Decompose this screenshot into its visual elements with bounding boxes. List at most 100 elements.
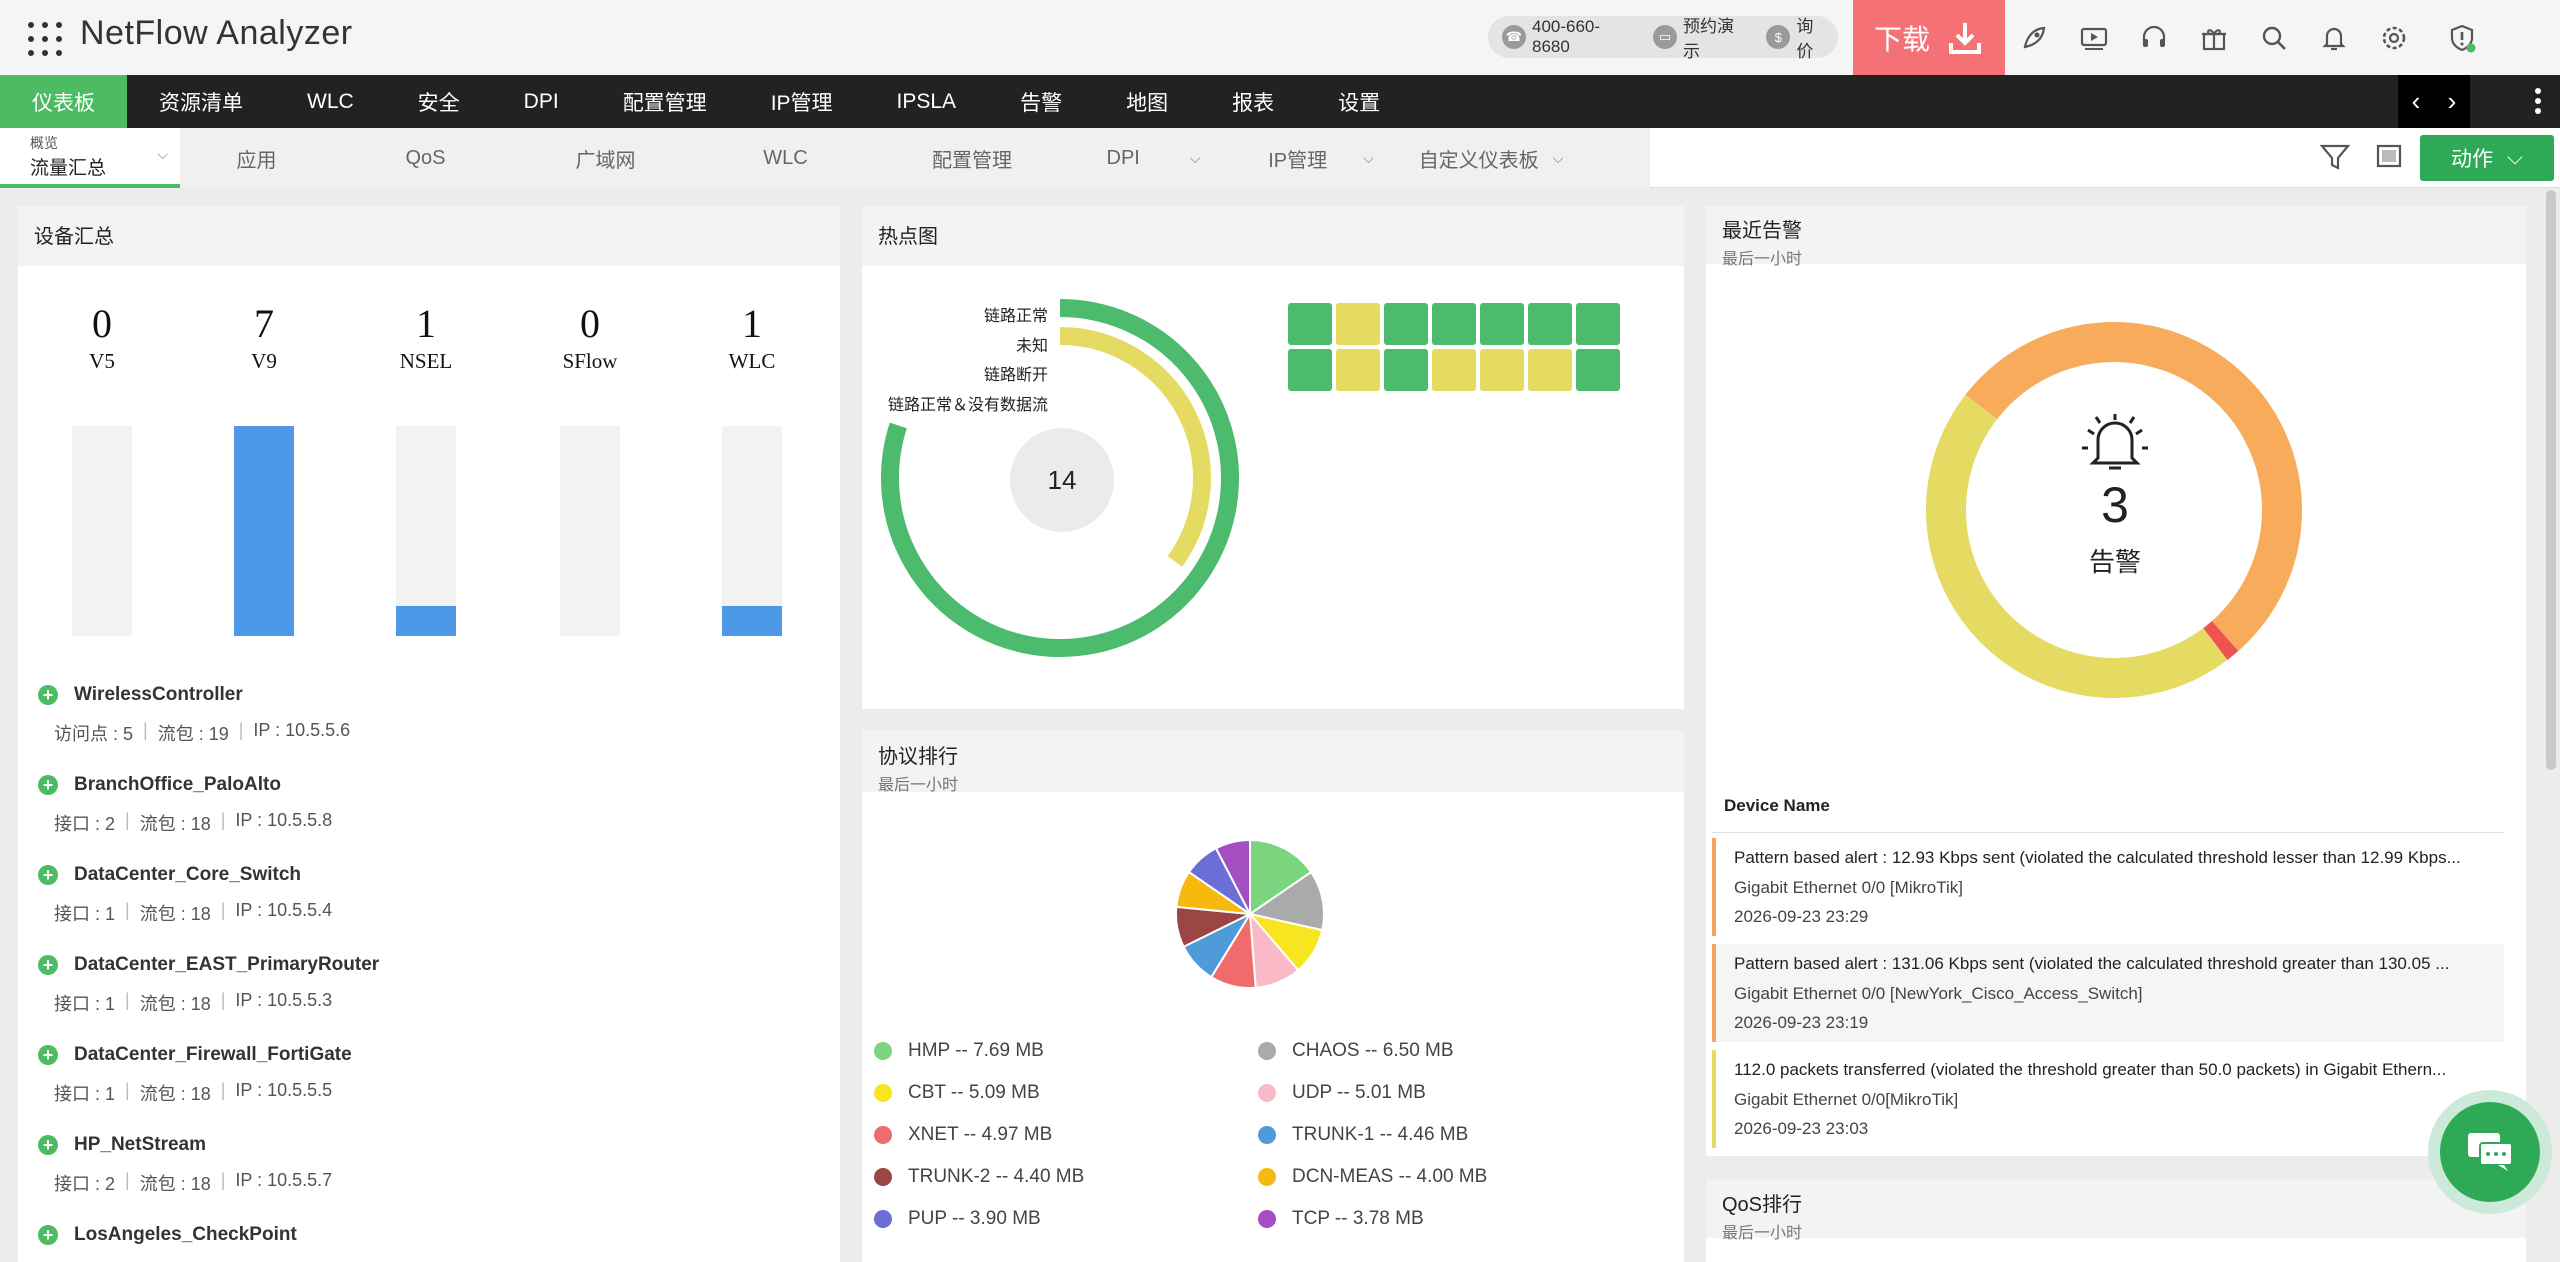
heatmap-cell[interactable] [1480, 303, 1524, 345]
expand-plus-icon[interactable]: + [38, 1135, 58, 1155]
more-vertical-icon[interactable] [2528, 85, 2548, 119]
price-link[interactable]: $ 询价 [1766, 12, 1830, 62]
nav-settings[interactable]: 设置 [1306, 75, 1412, 128]
device-type-column[interactable]: 1 WLC [702, 300, 802, 374]
protocol-legend-item[interactable]: XNET -- 4.97 MB [874, 1124, 1052, 1146]
protocol-legend-item[interactable]: HMP -- 7.69 MB [874, 1040, 1044, 1062]
expand-plus-icon[interactable]: + [38, 955, 58, 975]
heatmap-cell[interactable] [1528, 303, 1572, 345]
fullscreen-icon[interactable] [2372, 140, 2406, 174]
device-name-link[interactable]: + BranchOffice_PaloAlto [18, 774, 828, 796]
nav-wlc[interactable]: WLC [275, 75, 386, 128]
legend-unknown: 未知 [1015, 337, 1048, 355]
protocol-legend-item[interactable]: PUP -- 3.90 MB [874, 1208, 1041, 1230]
bell-icon[interactable] [2318, 22, 2350, 54]
heatmap-cell[interactable] [1384, 303, 1428, 345]
alarm-item[interactable]: 112.0 packets transferred (violated the … [1712, 1050, 2504, 1148]
nav-dpi[interactable]: DPI [492, 75, 591, 128]
filter-icon[interactable] [2318, 140, 2352, 174]
chevron-right-icon[interactable]: › [2448, 86, 2457, 117]
app-launcher-icon[interactable] [28, 22, 62, 56]
tab-wlc[interactable]: WLC [693, 128, 878, 188]
tab-apps[interactable]: 应用 [180, 128, 333, 188]
alarm-item[interactable]: Pattern based alert : 12.93 Kbps sent (v… [1712, 838, 2504, 936]
alarm-ring-red[interactable] [2203, 620, 2239, 660]
device-type-column[interactable]: 0 V5 [52, 300, 152, 374]
separator: | [238, 720, 244, 740]
protocol-legend-item[interactable]: UDP -- 5.01 MB [1258, 1082, 1426, 1104]
expand-plus-icon[interactable]: + [38, 685, 58, 705]
nav-ipsla[interactable]: IPSLA [865, 75, 989, 128]
heatmap-cell[interactable] [1288, 303, 1332, 345]
tab-custom-dashboard[interactable]: 自定义仪表板 ⌵ [1401, 128, 1581, 188]
nav-reports[interactable]: 报表 [1200, 75, 1306, 128]
heatmap-cell[interactable] [1576, 349, 1620, 391]
demo-link[interactable]: ▭ 预约演示 [1653, 12, 1750, 62]
chevron-left-icon[interactable]: ‹ [2412, 86, 2421, 117]
chat-button[interactable] [2428, 1090, 2552, 1214]
device-name-link[interactable]: + LosAngeles_CheckPoint [18, 1224, 828, 1246]
nav-config[interactable]: 配置管理 [591, 75, 739, 128]
heatmap-cell[interactable] [1480, 349, 1524, 391]
page-scrollbar[interactable] [2546, 190, 2556, 770]
heatmap-cell[interactable] [1288, 349, 1332, 391]
device-type-column[interactable]: 1 NSEL [376, 300, 476, 374]
protocol-legend-item[interactable]: TCP -- 3.78 MB [1258, 1208, 1424, 1230]
protocol-legend-item[interactable]: CBT -- 5.09 MB [874, 1082, 1040, 1104]
protocol-legend-item[interactable]: DCN-MEAS -- 4.00 MB [1258, 1166, 1487, 1188]
expand-plus-icon[interactable]: + [38, 865, 58, 885]
alarm-item[interactable]: Pattern based alert : 131.06 Kbps sent (… [1712, 944, 2504, 1042]
tab-ipam[interactable]: IP管理 ⌵ [1241, 128, 1401, 188]
expand-plus-icon[interactable]: + [38, 775, 58, 795]
video-icon[interactable] [2078, 22, 2110, 54]
tab-overview[interactable]: 概览 流量汇总 ⌵ [0, 128, 180, 188]
tab-config[interactable]: 配置管理 [878, 128, 1066, 188]
tab-dpi[interactable]: DPI ⌵ [1066, 128, 1241, 188]
legend-label: XNET -- 4.97 MB [908, 1124, 1053, 1145]
device-type-column[interactable]: 0 SFlow [540, 300, 640, 374]
protocol-legend-item[interactable]: TRUNK-1 -- 4.46 MB [1258, 1124, 1468, 1146]
gift-icon[interactable] [2198, 22, 2230, 54]
heatmap-cell[interactable] [1384, 349, 1428, 391]
device-name-link[interactable]: + DataCenter_EAST_PrimaryRouter [18, 954, 828, 976]
action-label: 动作 [2451, 148, 2494, 171]
device-type-column[interactable]: 7 V9 [214, 300, 314, 374]
nav-alarms[interactable]: 告警 [988, 75, 1094, 128]
headset-icon[interactable] [2138, 22, 2170, 54]
heatmap-cell[interactable] [1576, 303, 1620, 345]
phone-link[interactable]: ☎ 400-660-8680 [1502, 17, 1637, 57]
alarm-time: 2026-09-23 23:19 [1734, 1013, 1869, 1032]
device-meta-k1: 接口 : 1 [54, 1084, 116, 1104]
tab-wan[interactable]: 广域网 [518, 128, 693, 188]
action-button[interactable]: 动作 ⌵ [2420, 135, 2554, 181]
device-name-link[interactable]: + DataCenter_Core_Switch [18, 864, 828, 886]
monitor-icon: ▭ [1653, 25, 1678, 49]
device-name: WirelessController [74, 684, 243, 705]
alarm-message: 112.0 packets transferred (violated the … [1734, 1060, 2447, 1079]
tab-qos[interactable]: QoS [333, 128, 518, 188]
device-name-link[interactable]: + DataCenter_Firewall_FortiGate [18, 1044, 828, 1066]
device-name-link[interactable]: + WirelessController [18, 684, 828, 706]
device-name-link[interactable]: + HP_NetStream [18, 1134, 828, 1156]
heatmap-cell[interactable] [1432, 349, 1476, 391]
download-button[interactable]: 下载 [1853, 0, 2005, 75]
protocol-legend-item[interactable]: CHAOS -- 6.50 MB [1258, 1040, 1454, 1062]
dollar-icon: $ [1766, 25, 1791, 49]
gear-icon[interactable] [2378, 22, 2410, 54]
expand-plus-icon[interactable]: + [38, 1045, 58, 1065]
nav-dashboard[interactable]: 仪表板 [0, 75, 127, 128]
nav-inventory[interactable]: 资源清单 [127, 75, 275, 128]
device-type-count: 7 [254, 301, 274, 346]
heatmap-cell[interactable] [1336, 349, 1380, 391]
nav-maps[interactable]: 地图 [1094, 75, 1200, 128]
search-icon[interactable] [2258, 22, 2290, 54]
heatmap-cell[interactable] [1336, 303, 1380, 345]
nav-ipam[interactable]: IP管理 [739, 75, 865, 128]
heatmap-cell[interactable] [1432, 303, 1476, 345]
protocol-legend-item[interactable]: TRUNK-2 -- 4.40 MB [874, 1166, 1084, 1188]
rocket-icon[interactable] [2018, 22, 2050, 54]
nav-security[interactable]: 安全 [386, 75, 492, 128]
shield-alert-icon[interactable] [2446, 22, 2478, 54]
heatmap-cell[interactable] [1528, 349, 1572, 391]
expand-plus-icon[interactable]: + [38, 1225, 58, 1245]
